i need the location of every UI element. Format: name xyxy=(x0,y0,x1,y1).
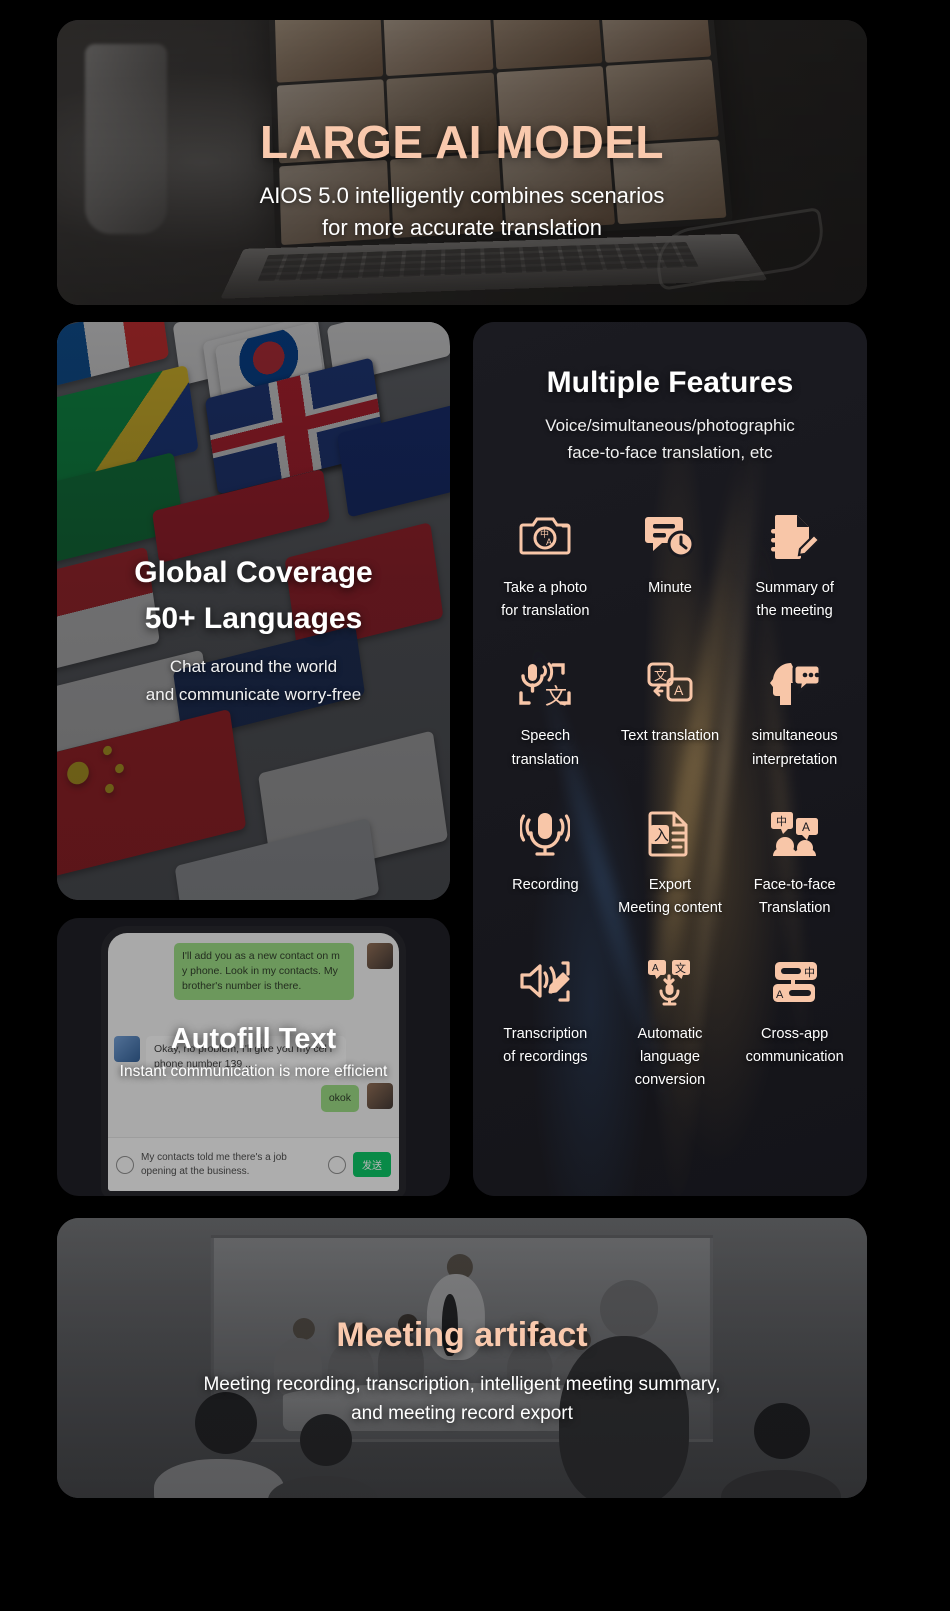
feature-item[interactable]: Transcription of recordings xyxy=(483,953,608,1093)
meeting-subtitle-line1: Meeting recording, transcription, intell… xyxy=(203,1374,721,1395)
svg-text:中: 中 xyxy=(776,815,787,828)
svg-text:中: 中 xyxy=(804,966,815,979)
coverage-subtitle-line2: and communicate worry-free xyxy=(145,684,362,704)
microphone-waves-icon xyxy=(514,804,576,862)
feature-label: Take a photo for translation xyxy=(501,579,590,620)
hero-subtitle: AIOS 5.0 intelligently combines scenario… xyxy=(260,180,665,242)
feature-label: Export Meeting content xyxy=(618,877,722,917)
meeting-artifact-card: Meeting artifact Meeting recording, tran… xyxy=(57,1218,867,1498)
document-edit-icon xyxy=(764,507,826,565)
svg-text:A: A xyxy=(802,820,810,834)
autofill-title: Autofill Text xyxy=(170,1023,337,1055)
svg-text:文: 文 xyxy=(654,668,667,683)
feature-label: Text translation xyxy=(620,728,720,745)
hero-text-block: LARGE AI MODEL AIOS 5.0 intelligently co… xyxy=(57,20,867,305)
auto-language-mic-icon: A 文 xyxy=(639,953,701,1011)
coverage-title: Global Coverage 50+ Languages xyxy=(73,550,434,641)
feature-label: Transcription of recordings xyxy=(503,1025,588,1066)
feature-item[interactable]: A 文 Automatic language conversion xyxy=(608,953,733,1093)
feature-item[interactable]: simultaneous interpretation xyxy=(732,655,857,772)
hero-subtitle-line1: AIOS 5.0 intelligently combines scenario… xyxy=(259,183,665,209)
svg-text:A: A xyxy=(674,682,684,698)
feature-label: Recording xyxy=(512,877,579,894)
autofill-text-block: Autofill Text Instant communication is m… xyxy=(57,1023,450,1081)
features-subtitle-line1: Voice/simultaneous/photographic xyxy=(545,416,795,435)
autofill-text-card: I'll add you as a new contact on m y pho… xyxy=(57,918,450,1196)
coverage-subtitle: Chat around the world and communicate wo… xyxy=(73,653,434,708)
feature-item[interactable]: Minute xyxy=(608,507,733,624)
camera-translate-icon: 中 A xyxy=(514,507,576,565)
feature-item[interactable]: 中 A Face-to-face Translation xyxy=(732,804,857,921)
feature-label: Summary of the meeting xyxy=(755,579,834,620)
feature-item[interactable]: Summary of the meeting xyxy=(732,507,857,624)
feature-item[interactable]: 文 Speech translation xyxy=(483,655,608,772)
two-heads-translate-icon: 中 A xyxy=(764,804,826,862)
svg-text:入: 入 xyxy=(654,827,669,844)
svg-text:A: A xyxy=(652,963,659,974)
autofill-subtitle: Instant communication is more efficient xyxy=(119,1063,388,1080)
feature-label: simultaneous interpretation xyxy=(751,728,838,768)
meeting-text-block: Meeting artifact Meeting recording, tran… xyxy=(57,1316,867,1428)
product-feature-page: LARGE AI MODEL AIOS 5.0 intelligently co… xyxy=(0,0,950,1611)
mic-character-icon: 文 xyxy=(514,655,576,713)
meeting-title: Meeting artifact xyxy=(336,1316,588,1354)
feature-item[interactable]: 入 Export Meeting content xyxy=(608,804,733,921)
feature-label: Cross-app communication xyxy=(745,1025,844,1066)
feature-item[interactable]: 中 A Take a photo for translation xyxy=(483,507,608,624)
features-title: Multiple Features xyxy=(546,366,794,399)
feature-item[interactable]: 文 A Text translation xyxy=(608,655,733,772)
feature-label: Speech translation xyxy=(511,728,579,768)
pdf-export-icon: 入 xyxy=(639,804,701,862)
cross-app-chat-icon: 中 A xyxy=(764,953,826,1011)
feature-item[interactable]: Recording xyxy=(483,804,608,921)
svg-text:文: 文 xyxy=(545,684,567,708)
svg-text:文: 文 xyxy=(675,961,686,975)
feature-label: Automatic language conversion xyxy=(634,1025,706,1089)
svg-text:A: A xyxy=(546,537,552,547)
minute-clock-icon xyxy=(639,507,701,565)
features-subtitle-line2: face-to-face translation, etc xyxy=(567,442,773,462)
hero-banner-card: LARGE AI MODEL AIOS 5.0 intelligently co… xyxy=(57,20,867,305)
hero-subtitle-line2: for more accurate translation xyxy=(321,214,602,240)
coverage-text-block: Global Coverage 50+ Languages Chat aroun… xyxy=(57,550,450,708)
feature-item[interactable]: 中 A Cross-app communication xyxy=(732,953,857,1093)
features-header: Multiple Features Voice/simultaneous/pho… xyxy=(473,322,867,467)
meeting-subtitle-line2: and meeting record export xyxy=(351,1402,573,1424)
hero-title: LARGE AI MODEL xyxy=(260,116,664,168)
coverage-subtitle-line1: Chat around the world xyxy=(169,657,338,677)
coverage-title-line1: Global Coverage xyxy=(134,556,373,589)
coverage-title-line2: 50+ Languages xyxy=(144,601,363,635)
features-subtitle: Voice/simultaneous/photographic face-to-… xyxy=(473,413,867,467)
global-coverage-card: Global Coverage 50+ Languages Chat aroun… xyxy=(57,322,450,900)
features-grid: 中 A Take a photo for translation Minute … xyxy=(473,467,867,1119)
text-translate-icon: 文 A xyxy=(639,655,701,713)
head-speech-bubble-icon xyxy=(764,655,826,713)
svg-text:A: A xyxy=(776,989,784,1001)
multiple-features-card: Multiple Features Voice/simultaneous/pho… xyxy=(473,322,867,1196)
feature-label: Face-to-face Translation xyxy=(753,877,836,917)
meeting-subtitle: Meeting recording, transcription, intell… xyxy=(87,1371,837,1428)
feature-label: Minute xyxy=(648,579,692,596)
speaker-pencil-icon xyxy=(514,953,576,1011)
